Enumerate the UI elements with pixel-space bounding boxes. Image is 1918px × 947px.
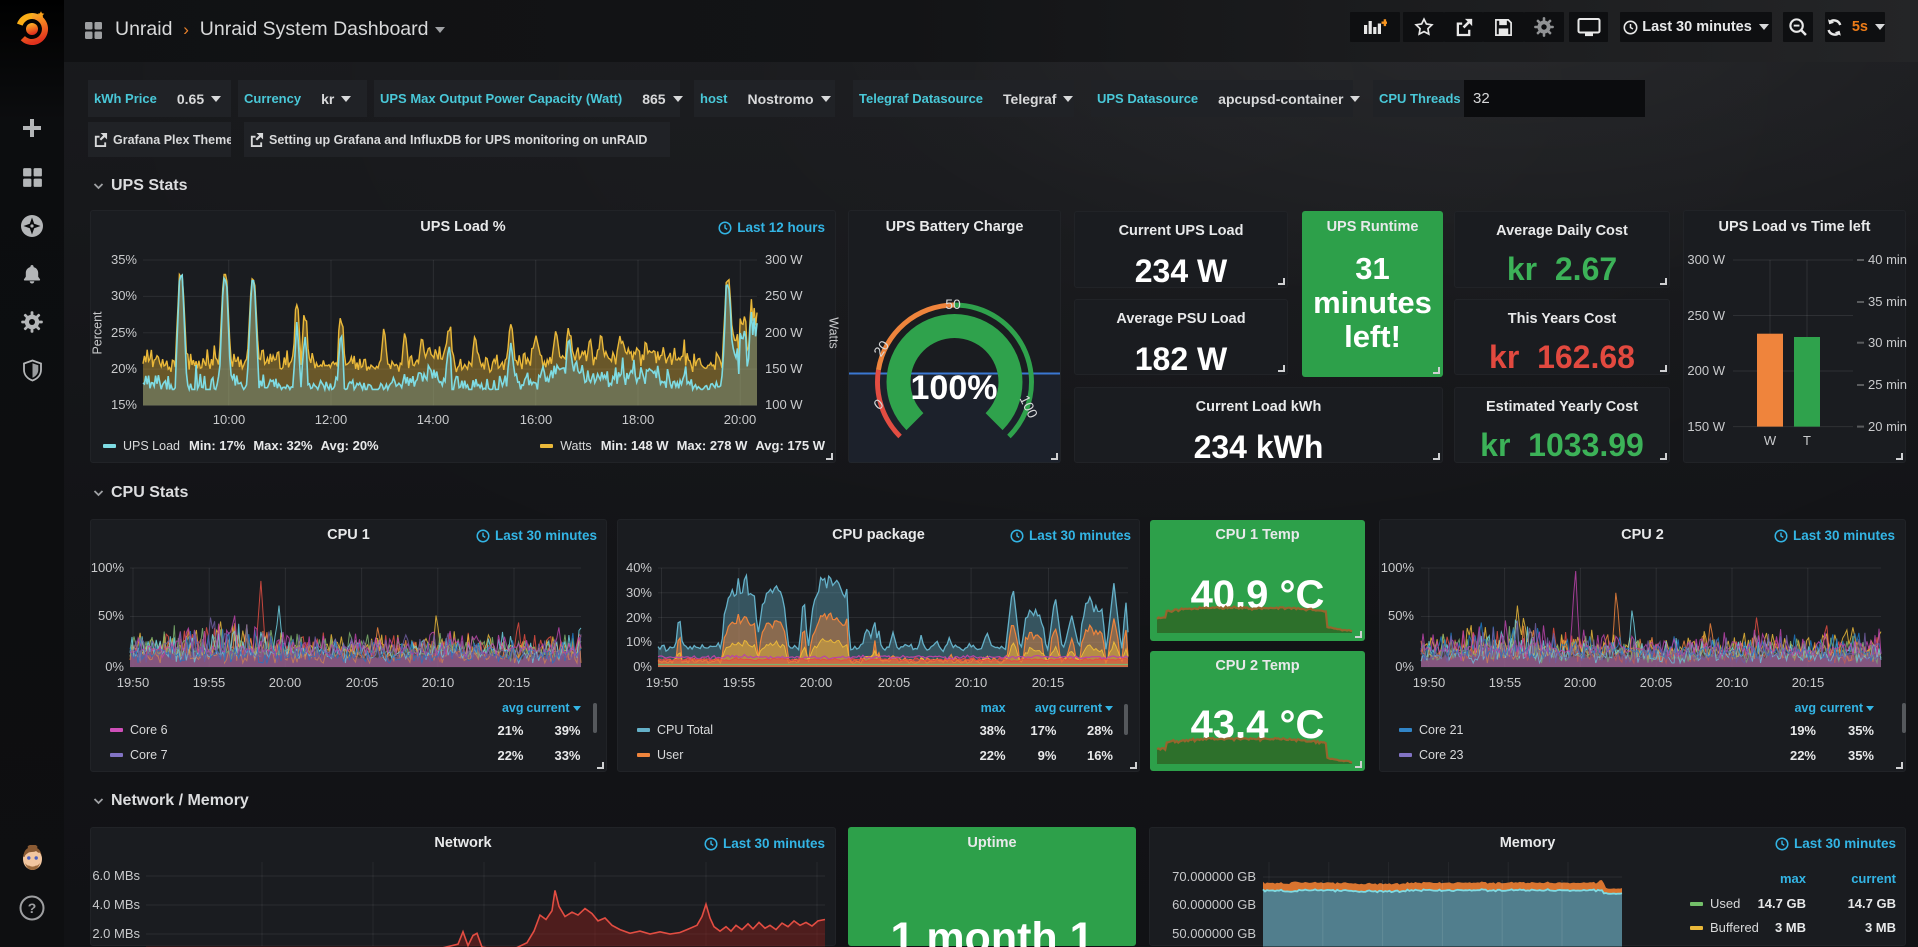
svg-text:?: ?	[28, 900, 37, 916]
